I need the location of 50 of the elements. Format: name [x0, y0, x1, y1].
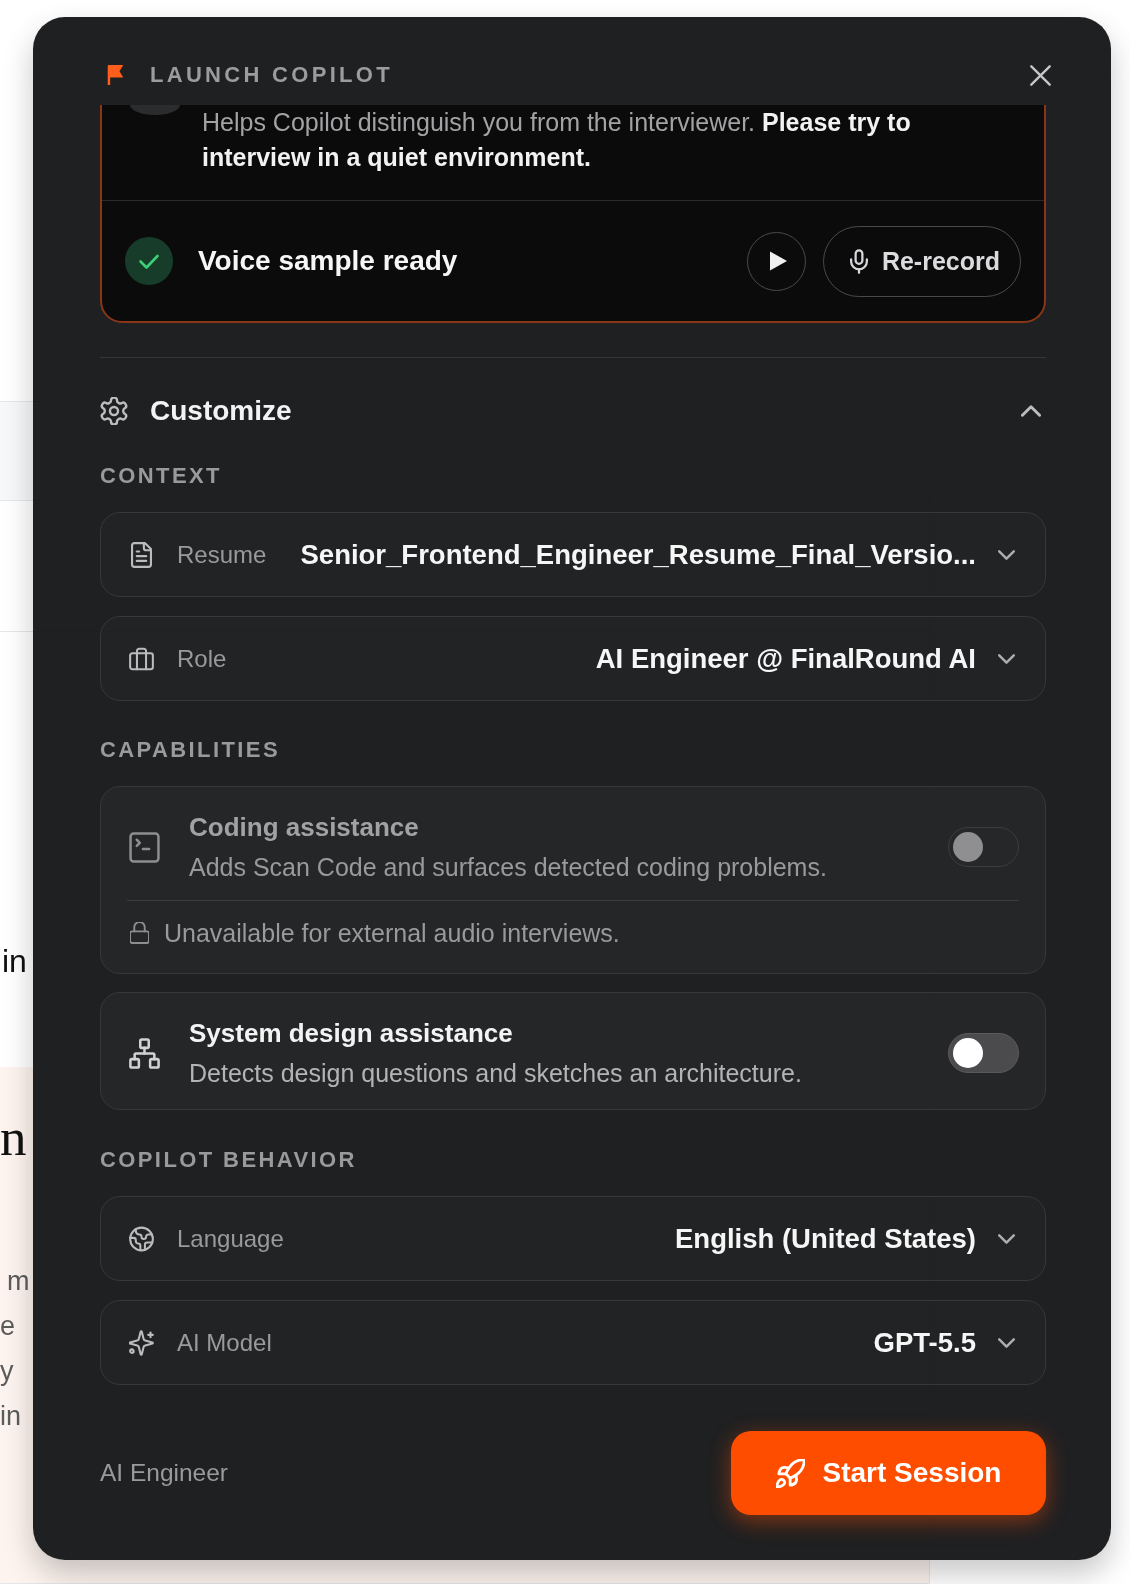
rocket-icon	[775, 1458, 805, 1488]
check-circle-icon	[125, 237, 173, 285]
capability-title: Coding assistance	[189, 811, 420, 843]
field-label: Language	[177, 1224, 284, 1253]
select-value: Senior_Frontend_Engineer_Resume_Final_Versio...	[299, 538, 976, 571]
select-value: English (United States)	[674, 1222, 976, 1255]
globe-icon	[129, 1225, 154, 1252]
text-fragment: in	[2, 942, 27, 980]
settings-icon	[100, 397, 128, 425]
hierarchy-icon	[129, 1037, 160, 1069]
section-heading: CONTEXT	[100, 462, 223, 490]
select-value: AI Engineer @ FinalRound AI	[594, 642, 976, 675]
field-label: AI Model	[177, 1328, 272, 1357]
paragraph-fragment: m e y in	[0, 1265, 30, 1433]
capability-note: Unavailable for external audio interviews.	[164, 919, 620, 947]
collapse-button[interactable]	[1021, 405, 1041, 417]
chevron-down-icon	[998, 653, 1015, 664]
select-field[interactable]: Role AI Engineer @ FinalRound AI	[100, 616, 1046, 701]
briefcase-icon	[129, 645, 154, 672]
microphone-icon	[849, 248, 868, 274]
select-field[interactable]: Language English (United States)	[100, 1196, 1046, 1281]
heading-fragment: n	[0, 1107, 27, 1167]
field-label: Resume	[177, 540, 267, 569]
sparkles-icon	[129, 1329, 154, 1356]
role-label: AI Engineer	[100, 1459, 229, 1487]
select-field[interactable]: AI Model GPT-5.5	[100, 1300, 1046, 1385]
chevron-down-icon	[998, 1337, 1015, 1348]
voice-status: Voice sample ready	[198, 245, 458, 277]
lock-icon	[130, 922, 149, 944]
close-button[interactable]	[1030, 64, 1051, 86]
select-value: GPT-5.5	[872, 1326, 976, 1359]
toggle-switch[interactable]	[948, 1033, 1019, 1073]
field-label: Role	[177, 644, 227, 673]
flag-icon	[107, 65, 124, 85]
capability-description: Adds Scan Code and surfaces detected coding problems.	[189, 852, 827, 883]
section-heading: COPILOT BEHAVIOR	[100, 1146, 358, 1174]
close-icon	[1030, 64, 1051, 86]
customize-title: Customize	[150, 395, 292, 427]
document-icon	[129, 541, 154, 568]
voice-description: Helps Copilot distinguish you from the interviewer. Please try to interview in a quiet environment.	[202, 107, 912, 173]
chevron-down-icon	[998, 549, 1015, 560]
section-heading: CAPABILITIES	[100, 736, 281, 764]
chevron-up-icon	[1021, 405, 1041, 417]
chevron-down-icon	[998, 1233, 1015, 1244]
play-icon	[769, 251, 787, 271]
terminal-icon	[129, 831, 160, 863]
select-field[interactable]: Resume Senior_Frontend_Engineer_Resume_Final_Versio...	[100, 512, 1046, 597]
capability-title: System design assistance	[189, 1017, 514, 1049]
dialog-title: LAUNCH COPILOT	[150, 62, 393, 88]
capability-description: Detects design questions and sketches an architecture.	[189, 1058, 802, 1089]
